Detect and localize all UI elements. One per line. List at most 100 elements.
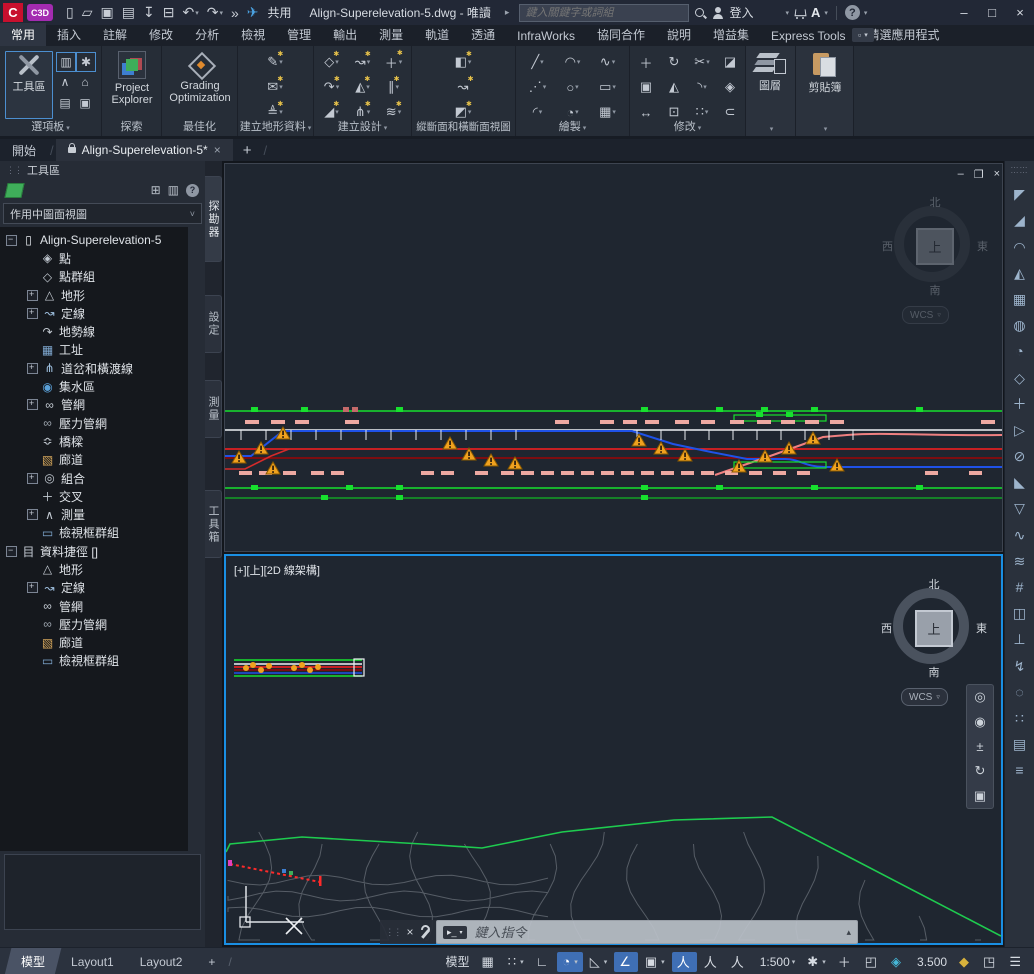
tree-expander[interactable] xyxy=(27,327,36,336)
layout-tab[interactable]: + xyxy=(195,948,228,974)
tree-expander[interactable] xyxy=(27,272,36,281)
new-drawing-button[interactable]: + xyxy=(233,139,262,161)
preview-toggle-icon[interactable]: ▥ xyxy=(168,183,179,197)
tree-expander[interactable] xyxy=(27,254,36,263)
tree-expander[interactable] xyxy=(27,290,38,301)
tree-expander[interactable] xyxy=(27,656,36,665)
maximize-button[interactable]: □ xyxy=(978,0,1006,25)
status-toggle[interactable]: 人▾ xyxy=(726,952,751,972)
status-toggle[interactable]: 人▾ xyxy=(672,952,697,972)
qat-button[interactable]: ⊟▾ xyxy=(160,3,178,23)
ribbon-button[interactable]: ◝▾ xyxy=(688,75,716,99)
toolspace-side-tab[interactable]: 設定 xyxy=(205,295,222,353)
start-tab[interactable]: 開始 xyxy=(0,139,48,161)
navbar-icon[interactable]: ↻ xyxy=(975,763,986,779)
tree-item[interactable]: ↷ 地勢線 xyxy=(0,322,188,340)
signin-label[interactable]: 登入 xyxy=(729,4,753,21)
tree-expander[interactable] xyxy=(6,235,17,246)
viewcube-west[interactable]: 西 xyxy=(882,238,893,254)
docked-tool-icon[interactable]: ◭ xyxy=(1014,266,1025,280)
status-toggle[interactable]: ▣▾ xyxy=(640,952,670,972)
tree-expander[interactable] xyxy=(27,602,36,611)
ribbon-tab[interactable]: 軌道 xyxy=(414,23,460,46)
status-toggle[interactable]: 模型▾ xyxy=(438,952,474,972)
palette-small-button[interactable]: ✱ xyxy=(76,52,96,72)
tree-expander[interactable] xyxy=(27,399,38,410)
ribbon-tab[interactable]: 說明 xyxy=(656,23,702,46)
panel-expand-caret[interactable]: ▾ xyxy=(824,126,828,133)
item-view-icon[interactable]: ⊞ xyxy=(151,183,161,197)
qat-button[interactable]: ↧▾ xyxy=(140,3,158,23)
ribbon-button[interactable]: ◭▾ xyxy=(660,75,688,99)
tree-item[interactable]: ◇ 點群組 xyxy=(0,268,188,286)
tree-item[interactable]: ↝ 定線 xyxy=(0,304,188,322)
docked-tool-icon[interactable]: ≡ xyxy=(1015,763,1023,777)
ribbon-tab[interactable]: 增益集 xyxy=(702,23,760,46)
status-toggle[interactable]: ◰▾ xyxy=(860,952,884,972)
autodesk-caret-icon[interactable]: ▾ xyxy=(824,9,828,17)
status-toggle[interactable]: ◔▾ xyxy=(557,952,582,972)
ribbon-button[interactable]: ＋▾ xyxy=(378,50,409,74)
navbar-icon[interactable]: ◎ xyxy=(974,689,985,705)
ribbon-tab[interactable]: 測量 xyxy=(368,23,414,46)
ribbon-button[interactable]: ✂▾ xyxy=(688,50,716,74)
docked-tool-icon[interactable]: ⊘ xyxy=(1014,449,1026,463)
status-toggle[interactable]: ◺▾ xyxy=(585,952,613,972)
ribbon-button[interactable]: ∥▾ xyxy=(378,75,409,99)
palette-small-button[interactable]: ▤ xyxy=(56,94,74,112)
layout-tab[interactable]: Layout2 xyxy=(127,948,196,974)
qat-button[interactable]: ▣▾ xyxy=(98,3,117,23)
status-toggle[interactable]: ◆▾ xyxy=(954,952,976,972)
status-toggle[interactable]: ✱▾ xyxy=(802,952,830,972)
tree-item[interactable]: ▧ 廊道 xyxy=(0,634,188,652)
ribbon-button[interactable]: ↻▾ xyxy=(660,50,688,74)
docked-tool-icon[interactable]: ∷ xyxy=(1015,711,1024,725)
status-toggle[interactable]: ▦▾ xyxy=(477,952,501,972)
docked-tool-icon[interactable]: ▦ xyxy=(1013,292,1026,306)
status-toggle[interactable]: ∟▾ xyxy=(531,952,556,972)
ribbon-button[interactable]: ∿▾ xyxy=(590,50,625,74)
tree-expander[interactable] xyxy=(27,382,36,391)
ribbon-tab[interactable]: 常用 xyxy=(0,23,46,46)
status-toggle[interactable]: ◳▾ xyxy=(978,952,1002,972)
ribbon-tab[interactable]: 協同合作 xyxy=(586,23,656,46)
tree-expander[interactable] xyxy=(27,509,38,520)
tree-expander[interactable] xyxy=(27,345,36,354)
viewcube-top-face[interactable]: 上 xyxy=(916,228,954,265)
ribbon-tab[interactable]: Express Tools xyxy=(760,26,856,46)
help-icon[interactable]: ? xyxy=(845,5,860,20)
ribbon-tab[interactable]: 檢視 xyxy=(230,23,276,46)
viewport-bottom-active[interactable]: [+][上][2D 線架構] xyxy=(224,554,1003,945)
tree-item[interactable]: ＋ 交叉 xyxy=(0,487,188,505)
app-logo-icon[interactable]: C xyxy=(3,3,23,22)
docked-tool-icon[interactable]: ↯ xyxy=(1014,659,1026,673)
active-drawing-icon[interactable] xyxy=(4,183,24,198)
tree-item[interactable]: ▧ 廊道 xyxy=(0,451,188,469)
ribbon-button[interactable]: ▣▾ xyxy=(632,75,660,99)
tree-expander[interactable] xyxy=(27,419,36,428)
tree-item[interactable]: 目 資料捷徑 [] xyxy=(0,542,188,560)
ribbon-tab[interactable]: 分析 xyxy=(184,23,230,46)
tree-item[interactable]: ⋔ 道岔和橫渡線 xyxy=(0,359,188,377)
command-close-icon[interactable]: × xyxy=(406,925,413,939)
tree-item[interactable]: ≎ 橋樑 xyxy=(0,432,188,450)
viewcube-north[interactable]: 北 xyxy=(879,576,989,592)
tree-expander[interactable] xyxy=(27,437,36,446)
tree-expander[interactable] xyxy=(27,638,36,647)
docked-tool-icon[interactable]: ◌ xyxy=(1015,685,1023,699)
wcs-menu[interactable]: WCS▿ xyxy=(901,688,948,706)
viewport-top[interactable]: 北 西 東 南 上 WCS▿ xyxy=(224,163,1003,552)
ribbon-button[interactable]: ↝▾ xyxy=(444,75,482,99)
docked-tool-icon[interactable]: ∿ xyxy=(1014,528,1026,542)
store-cart-icon[interactable] xyxy=(793,6,807,20)
help-caret-icon[interactable]: ▾ xyxy=(864,9,868,17)
ribbon-tab[interactable]: 修改 xyxy=(138,23,184,46)
ribbon-tab[interactable]: 管理 xyxy=(276,23,322,46)
docked-tool-icon[interactable]: ◫ xyxy=(1013,606,1026,620)
navbar-icon[interactable]: ± xyxy=(976,739,983,754)
tree-item[interactable]: ▭ 檢視框群組 xyxy=(0,652,188,670)
command-input-field[interactable]: ▸_▾ ▴ xyxy=(436,920,858,944)
docked-tool-icon[interactable]: ◔ xyxy=(1015,344,1023,358)
ribbon-button[interactable]: ◧▾ xyxy=(444,50,482,74)
search-input[interactable] xyxy=(519,4,689,22)
